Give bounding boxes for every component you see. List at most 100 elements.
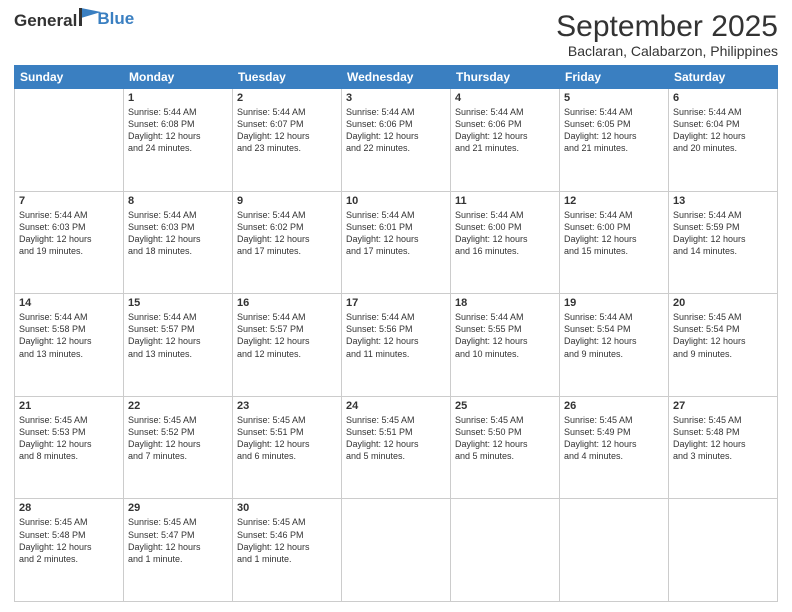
subtitle: Baclaran, Calabarzon, Philippines	[556, 43, 778, 59]
header: General Blue September 2025 Baclaran, Ca…	[14, 10, 778, 59]
day-number: 8	[128, 195, 228, 207]
table-row: 28Sunrise: 5:45 AMSunset: 5:48 PMDayligh…	[15, 499, 124, 602]
cell-info: Sunrise: 5:44 AMSunset: 5:55 PMDaylight:…	[455, 311, 555, 360]
day-number: 3	[346, 92, 446, 104]
table-row	[451, 499, 560, 602]
cell-info: Sunrise: 5:44 AMSunset: 6:05 PMDaylight:…	[564, 106, 664, 155]
table-row: 8 Sunrise: 5:44 AMSunset: 6:03 PMDaylight…	[124, 191, 233, 294]
table-row: 29Sunrise: 5:45 AMSunset: 5:47 PMDayligh…	[124, 499, 233, 602]
table-row: 7 Sunrise: 5:44 AMSunset: 6:03 PMDaylight…	[15, 191, 124, 294]
day-number: 25	[455, 400, 555, 412]
col-friday: Friday	[560, 66, 669, 89]
calendar-week-row: 21 Sunrise: 5:45 AMSunset: 5:53 PMDayligh…	[15, 396, 778, 499]
cell-info: Sunrise: 5:44 AMSunset: 6:08 PMDaylight:…	[128, 106, 228, 155]
table-row: 22 Sunrise: 5:45 AMSunset: 5:52 PMDayligh…	[124, 396, 233, 499]
cell-info: Sunrise: 5:45 AMSunset: 5:51 PMDaylight:…	[346, 414, 446, 463]
cell-info: Sunrise: 5:44 AMSunset: 6:03 PMDaylight:…	[128, 209, 228, 258]
day-number: 12	[564, 195, 664, 207]
cell-info: Sunrise: 5:44 AMSunset: 6:03 PMDaylight:…	[19, 209, 119, 258]
cell-info: Sunrise: 5:45 AMSunset: 5:54 PMDaylight:…	[673, 311, 773, 360]
cell-info: Sunrise: 5:45 AMSunset: 5:49 PMDaylight:…	[564, 414, 664, 463]
page: General Blue September 2025 Baclaran, Ca…	[0, 0, 792, 612]
col-monday: Monday	[124, 66, 233, 89]
day-number: 24	[346, 400, 446, 412]
calendar-week-row: 7 Sunrise: 5:44 AMSunset: 6:03 PMDaylight…	[15, 191, 778, 294]
cell-info: Sunrise: 5:44 AMSunset: 6:07 PMDaylight:…	[237, 106, 337, 155]
table-row: 4Sunrise: 5:44 AMSunset: 6:06 PMDaylight…	[451, 89, 560, 192]
cell-info: Sunrise: 5:45 AMSunset: 5:46 PMDaylight:…	[237, 516, 337, 565]
table-row	[15, 89, 124, 192]
day-number: 7	[19, 195, 119, 207]
day-number: 19	[564, 297, 664, 309]
col-wednesday: Wednesday	[342, 66, 451, 89]
table-row: 26 Sunrise: 5:45 AMSunset: 5:49 PMDayligh…	[560, 396, 669, 499]
col-tuesday: Tuesday	[233, 66, 342, 89]
calendar-week-row: 1 Sunrise: 5:44 AMSunset: 6:08 PMDaylight…	[15, 89, 778, 192]
cell-info: Sunrise: 5:45 AMSunset: 5:53 PMDaylight:…	[19, 414, 119, 463]
table-row: 19 Sunrise: 5:44 AMSunset: 5:54 PMDayligh…	[560, 294, 669, 397]
cell-info: Sunrise: 5:44 AMSunset: 6:02 PMDaylight:…	[237, 209, 337, 258]
table-row: 27Sunrise: 5:45 AMSunset: 5:48 PMDayligh…	[669, 396, 778, 499]
cell-info: Sunrise: 5:44 AMSunset: 5:54 PMDaylight:…	[564, 311, 664, 360]
main-title: September 2025	[556, 10, 778, 43]
day-number: 1	[128, 92, 228, 104]
table-row: 11 Sunrise: 5:44 AMSunset: 6:00 PMDayligh…	[451, 191, 560, 294]
table-row: 20 Sunrise: 5:45 AMSunset: 5:54 PMDayligh…	[669, 294, 778, 397]
logo-general: General	[14, 11, 77, 30]
cell-info: Sunrise: 5:44 AMSunset: 5:58 PMDaylight:…	[19, 311, 119, 360]
table-row: 6Sunrise: 5:44 AMSunset: 6:04 PMDaylight…	[669, 89, 778, 192]
day-number: 13	[673, 195, 773, 207]
day-number: 23	[237, 400, 337, 412]
table-row: 15Sunrise: 5:44 AMSunset: 5:57 PMDayligh…	[124, 294, 233, 397]
cell-info: Sunrise: 5:45 AMSunset: 5:51 PMDaylight:…	[237, 414, 337, 463]
table-row: 13 Sunrise: 5:44 AMSunset: 5:59 PMDayligh…	[669, 191, 778, 294]
day-number: 26	[564, 400, 664, 412]
day-number: 18	[455, 297, 555, 309]
table-row: 18 Sunrise: 5:44 AMSunset: 5:55 PMDayligh…	[451, 294, 560, 397]
day-number: 2	[237, 92, 337, 104]
col-thursday: Thursday	[451, 66, 560, 89]
table-row: 10Sunrise: 5:44 AMSunset: 6:01 PMDayligh…	[342, 191, 451, 294]
day-number: 29	[128, 502, 228, 514]
logo: General Blue	[14, 10, 134, 31]
day-number: 27	[673, 400, 773, 412]
cell-info: Sunrise: 5:44 AMSunset: 6:00 PMDaylight:…	[455, 209, 555, 258]
table-row: 9Sunrise: 5:44 AMSunset: 6:02 PMDaylight…	[233, 191, 342, 294]
day-number: 22	[128, 400, 228, 412]
title-block: September 2025 Baclaran, Calabarzon, Phi…	[556, 10, 778, 59]
day-number: 20	[673, 297, 773, 309]
day-number: 21	[19, 400, 119, 412]
day-number: 4	[455, 92, 555, 104]
cell-info: Sunrise: 5:45 AMSunset: 5:50 PMDaylight:…	[455, 414, 555, 463]
cell-info: Sunrise: 5:44 AMSunset: 5:57 PMDaylight:…	[237, 311, 337, 360]
day-number: 17	[346, 297, 446, 309]
day-number: 16	[237, 297, 337, 309]
day-number: 28	[19, 502, 119, 514]
table-row: 14 Sunrise: 5:44 AMSunset: 5:58 PMDayligh…	[15, 294, 124, 397]
calendar-header-row: Sunday Monday Tuesday Wednesday Thursday…	[15, 66, 778, 89]
table-row: 25 Sunrise: 5:45 AMSunset: 5:50 PMDayligh…	[451, 396, 560, 499]
cell-info: Sunrise: 5:44 AMSunset: 6:04 PMDaylight:…	[673, 106, 773, 155]
table-row: 24 Sunrise: 5:45 AMSunset: 5:51 PMDayligh…	[342, 396, 451, 499]
table-row	[342, 499, 451, 602]
col-sunday: Sunday	[15, 66, 124, 89]
calendar-table: Sunday Monday Tuesday Wednesday Thursday…	[14, 65, 778, 602]
col-saturday: Saturday	[669, 66, 778, 89]
cell-info: Sunrise: 5:44 AMSunset: 5:59 PMDaylight:…	[673, 209, 773, 258]
table-row: 21 Sunrise: 5:45 AMSunset: 5:53 PMDayligh…	[15, 396, 124, 499]
day-number: 30	[237, 502, 337, 514]
cell-info: Sunrise: 5:44 AMSunset: 6:00 PMDaylight:…	[564, 209, 664, 258]
table-row: 2 Sunrise: 5:44 AMSunset: 6:07 PMDaylight…	[233, 89, 342, 192]
table-row	[560, 499, 669, 602]
table-row: 30 Sunrise: 5:45 AMSunset: 5:46 PMDayligh…	[233, 499, 342, 602]
table-row	[669, 499, 778, 602]
calendar-week-row: 14 Sunrise: 5:44 AMSunset: 5:58 PMDayligh…	[15, 294, 778, 397]
table-row: 5Sunrise: 5:44 AMSunset: 6:05 PMDaylight…	[560, 89, 669, 192]
cell-info: Sunrise: 5:45 AMSunset: 5:52 PMDaylight:…	[128, 414, 228, 463]
day-number: 11	[455, 195, 555, 207]
cell-info: Sunrise: 5:44 AMSunset: 6:06 PMDaylight:…	[346, 106, 446, 155]
day-number: 14	[19, 297, 119, 309]
cell-info: Sunrise: 5:44 AMSunset: 5:56 PMDaylight:…	[346, 311, 446, 360]
table-row: 3 Sunrise: 5:44 AMSunset: 6:06 PMDaylight…	[342, 89, 451, 192]
logo-blue: Blue	[97, 10, 134, 29]
